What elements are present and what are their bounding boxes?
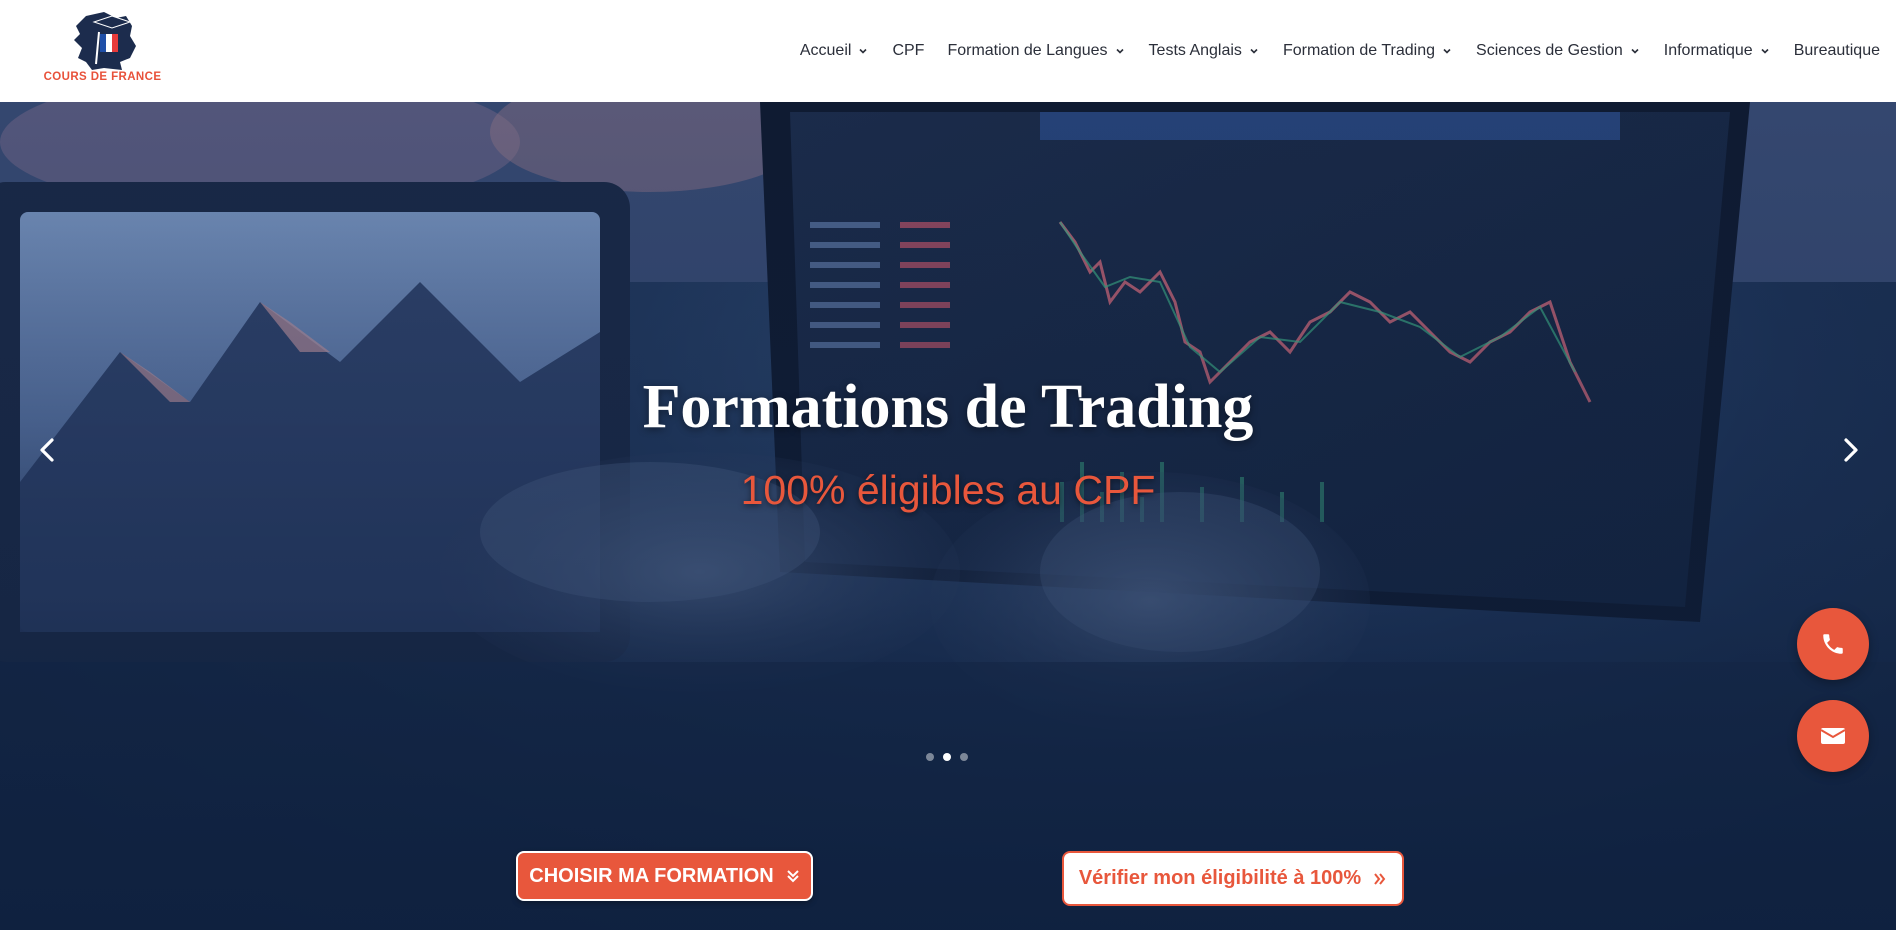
nav-item-label: Sciences de Gestion <box>1476 42 1623 59</box>
nav-item-formation-de-trading[interactable]: Formation de Trading <box>1283 42 1453 60</box>
slider-next-arrow[interactable] <box>1832 432 1868 468</box>
mail-icon <box>1820 728 1846 744</box>
france-map-logo-icon <box>74 12 136 70</box>
chevron-down-icon <box>1761 48 1769 54</box>
chevron-down-icon <box>1250 48 1258 54</box>
floating-phone-button[interactable] <box>1797 608 1869 680</box>
main-navigation: Accueil CPF Formation de Langues Tests A… <box>777 0 1880 102</box>
slider-prev-arrow[interactable] <box>30 432 66 468</box>
chevron-down-icon <box>1443 48 1451 54</box>
nav-item-cpf[interactable]: CPF <box>892 42 924 60</box>
brand-logo[interactable]: COURS DE FRANCE <box>30 12 175 86</box>
double-chevron-right-icon <box>1374 872 1386 885</box>
chevron-down-icon <box>1631 48 1639 54</box>
chevron-down-icon <box>1115 48 1124 54</box>
brand-name: COURS DE FRANCE <box>43 71 162 83</box>
nav-item-bureautique[interactable]: Bureautique <box>1794 42 1880 60</box>
nav-item-label: CPF <box>892 42 925 59</box>
chevron-down-icon <box>859 48 868 54</box>
hero-subtitle: 100% éligibles au CPF <box>740 467 1156 513</box>
chevron-left-icon <box>40 438 54 462</box>
slider-dot-1[interactable] <box>926 753 934 761</box>
hero-title: Formations de Trading <box>642 373 1254 441</box>
nav-item-formation-de-langues[interactable]: Formation de Langues <box>947 42 1125 60</box>
double-chevron-down-icon <box>787 870 799 883</box>
site-header: COURS DE FRANCE Accueil CPF Formation de… <box>0 0 1896 102</box>
choose-training-button[interactable]: CHOISIR MA FORMATION <box>516 851 813 901</box>
slider-pagination <box>926 753 968 761</box>
floating-email-button[interactable] <box>1797 700 1869 772</box>
nav-item-label: Accueil <box>799 42 852 59</box>
nav-item-label: Formation de Langues <box>947 42 1108 59</box>
check-eligibility-button[interactable]: Vérifier mon éligibilité à 100% <box>1062 851 1404 906</box>
nav-item-label: Tests Anglais <box>1148 42 1242 59</box>
phone-icon <box>1823 634 1843 654</box>
choose-training-label: CHOISIR MA FORMATION <box>529 864 774 887</box>
chevron-right-icon <box>1844 438 1858 462</box>
nav-item-sciences-de-gestion[interactable]: Sciences de Gestion <box>1476 42 1641 60</box>
nav-item-label: Informatique <box>1663 42 1753 59</box>
hero-slider: Formations de Trading 100% éligibles au … <box>0 102 1896 930</box>
nav-item-informatique[interactable]: Informatique <box>1664 42 1771 60</box>
hero-dark-overlay <box>0 102 1896 930</box>
slider-dot-3[interactable] <box>960 753 968 761</box>
nav-item-label: Bureautique <box>1793 42 1880 59</box>
nav-item-tests-anglais[interactable]: Tests Anglais <box>1149 42 1260 60</box>
slider-dot-2[interactable] <box>943 753 951 761</box>
nav-item-accueil[interactable]: Accueil <box>800 42 870 60</box>
nav-item-label: Formation de Trading <box>1282 42 1436 59</box>
check-eligibility-label: Vérifier mon éligibilité à 100% <box>1078 867 1362 889</box>
